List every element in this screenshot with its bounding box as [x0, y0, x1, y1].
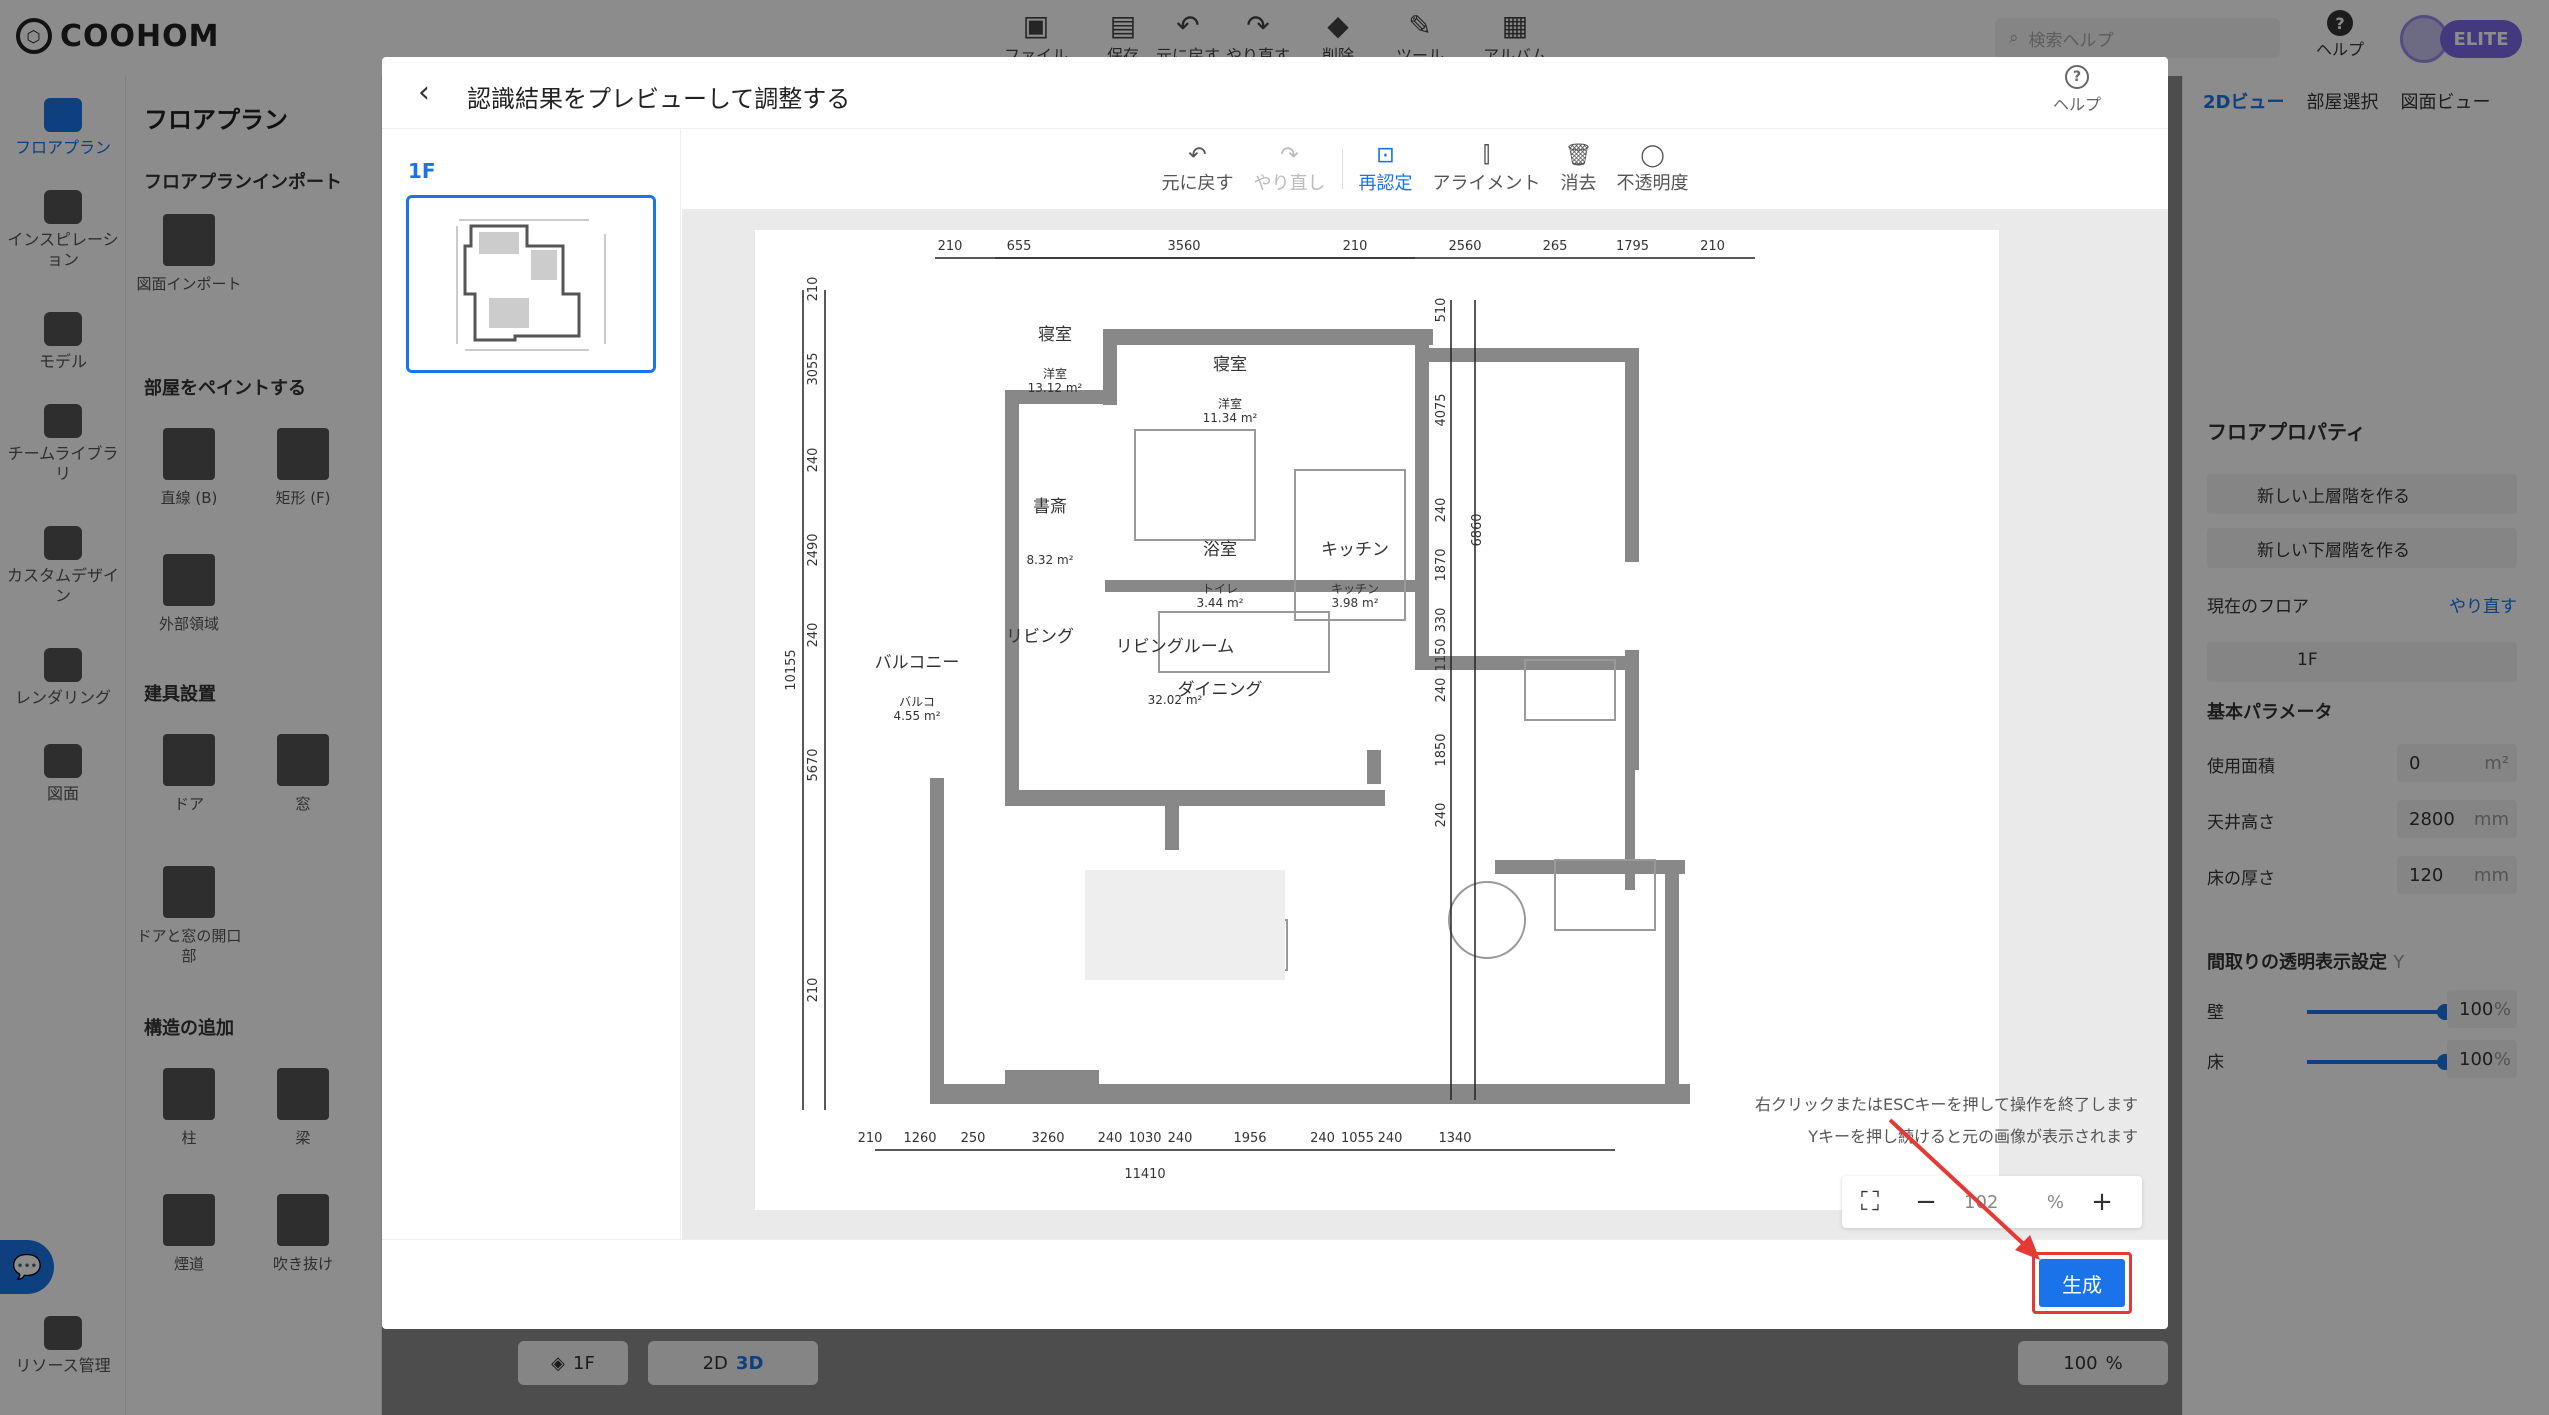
modal-title: 認識結果をプレビューして調整する: [467, 85, 851, 113]
edit-toolbar: ↶ 元に戻す ↷ やり直し ⊡ 再認定 ⫿ アライメント 🗑 消去 ◯ 不透明度: [682, 129, 2168, 209]
erase-tool[interactable]: 🗑 消去: [1551, 143, 1607, 209]
redo-tool[interactable]: ↷ やり直し: [1244, 143, 1336, 209]
room-area: 3.98 m²: [1331, 596, 1378, 610]
hint-exit: 右クリックまたはESCキーを押して操作を終了します: [1755, 1095, 2138, 1114]
bottom-dimension-label: 240: [1378, 1131, 1403, 1146]
bottom-dimension-label: 240: [1310, 1131, 1335, 1146]
room-area: 4.55 m²: [893, 709, 940, 723]
room-area: 11.34 m²: [1203, 411, 1258, 425]
right-dimension-label: 4075: [1434, 393, 1449, 426]
right-dimension-label: 240: [1434, 678, 1449, 703]
modal-footer: 生成: [382, 1239, 2168, 1329]
bottom-dimension-label: 1260: [903, 1131, 936, 1146]
room-label: リビングルーム: [1116, 637, 1235, 657]
modal-help-button[interactable]: ? ヘルプ: [2042, 65, 2112, 115]
question-circle-icon: ?: [2065, 65, 2089, 89]
right-dimension-label: 1150: [1434, 638, 1449, 671]
floorplan-image: 210 655 3560 210 2560 265 1795 210 210 1260 250 326…: [755, 230, 1999, 1210]
bottom-dimension-label: 240: [1098, 1131, 1123, 1146]
room-area: 3.44 m²: [1196, 596, 1243, 610]
hint-original: Yキーを押し続けると元の画像が表示されます: [1808, 1127, 2138, 1146]
room-label: リビング: [1006, 627, 1074, 647]
top-dimension-label: 655: [1007, 239, 1032, 254]
ai-recognize-icon: ⊡: [1376, 143, 1395, 168]
alignment-tool[interactable]: ⫿ アライメント: [1423, 143, 1551, 209]
left-dimension-label: 2490: [806, 533, 821, 566]
bottom-dimension-label: 1055: [1341, 1131, 1374, 1146]
room-sublabel: 洋室: [1043, 366, 1067, 381]
zoom-out-button[interactable]: −: [1898, 1176, 1954, 1228]
floor-list: 1F: [382, 129, 681, 1239]
top-dimension-label: 3560: [1167, 239, 1200, 254]
recognition-preview-modal: ‹ 認識結果をプレビューして調整する ? ヘルプ 1F ↶ 元に戻す ↷ やり直し …: [382, 57, 2168, 1329]
align-icon: ⫿: [1482, 143, 1491, 168]
bottom-total-dimension: 11410: [1124, 1167, 1165, 1182]
left-dimension-label: 240: [806, 623, 821, 648]
generate-highlight: 生成: [2032, 1252, 2132, 1314]
left-total-dimension: 10155: [784, 649, 799, 690]
bottom-dimension-label: 1956: [1233, 1131, 1266, 1146]
opacity-tool[interactable]: ◯ 不透明度: [1607, 143, 1699, 209]
toolbar-divider: [1341, 149, 1343, 189]
left-dimension-label: 5670: [806, 748, 821, 781]
room-label: 書斎: [1033, 497, 1067, 517]
right-dimension-label: 1850: [1434, 733, 1449, 766]
right-total-dimension: 6860: [1470, 513, 1485, 546]
top-dimension-label: 265: [1543, 239, 1568, 254]
room-sublabel: 洋室: [1218, 396, 1242, 411]
top-dimension-label: 210: [938, 239, 963, 254]
floor-thumbnail-image: [409, 198, 653, 370]
bottom-dimension-label: 250: [961, 1131, 986, 1146]
room-label: 寝室: [1213, 354, 1247, 375]
redo-icon: ↷: [1280, 143, 1299, 168]
room-area: 8.32 m²: [1026, 553, 1073, 567]
right-dimension-label: 510: [1434, 298, 1449, 323]
bottom-dimension-label: 240: [1168, 1131, 1193, 1146]
bottom-dimension-label: 1340: [1438, 1131, 1471, 1146]
zoom-input[interactable]: 102%: [1954, 1183, 2074, 1221]
left-dimension-label: 3055: [806, 352, 821, 385]
generate-button[interactable]: 生成: [2039, 1259, 2125, 1307]
undo-icon: ↶: [1188, 143, 1207, 168]
bottom-dimension-label: 1030: [1128, 1131, 1161, 1146]
room-area: 13.12 m²: [1028, 381, 1083, 395]
right-dimension-label: 1870: [1434, 548, 1449, 581]
top-dimension-label: 210: [1700, 239, 1725, 254]
floor-tab-1f[interactable]: 1F: [408, 159, 436, 183]
room-sublabel: バルコ: [899, 695, 935, 709]
room-sublabel: キッチン: [1331, 582, 1379, 596]
fit-screen-icon[interactable]: ⛶: [1842, 1176, 1898, 1228]
left-dimension-label: 210: [806, 277, 821, 302]
floor-thumbnail[interactable]: [406, 195, 656, 373]
right-dimension-label: 330: [1434, 608, 1449, 633]
zoom-in-button[interactable]: +: [2074, 1176, 2130, 1228]
top-dimension-label: 1795: [1616, 239, 1649, 254]
opacity-icon: ◯: [1640, 143, 1665, 168]
re-recognize-tool[interactable]: ⊡ 再認定: [1349, 143, 1423, 209]
undo-tool[interactable]: ↶ 元に戻す: [1152, 143, 1244, 209]
room-sublabel: トイレ: [1202, 582, 1238, 596]
bottom-dimension-label: 210: [858, 1131, 883, 1146]
top-dimension-label: 210: [1343, 239, 1368, 254]
room-label: 浴室: [1203, 540, 1237, 560]
floorplan-drawing: 210 655 3560 210 2560 265 1795 210 210 1260 250 326…: [784, 239, 1755, 1182]
trash-icon: 🗑: [1564, 143, 1593, 168]
zoom-control: ⛶ − 102% +: [1842, 1176, 2142, 1228]
right-dimension-label: 240: [1434, 498, 1449, 523]
back-arrow-icon[interactable]: ‹: [418, 75, 448, 111]
left-dimension-label: 240: [806, 448, 821, 473]
bottom-dimension-label: 3260: [1031, 1131, 1064, 1146]
left-dimension-label: 210: [806, 978, 821, 1003]
plan-canvas[interactable]: 210 655 3560 210 2560 265 1795 210 210 1260 250 326…: [682, 209, 2168, 1239]
room-label: ダイニング: [1178, 680, 1263, 700]
top-dimension-label: 2560: [1448, 239, 1481, 254]
room-label: バルコニー: [875, 653, 960, 673]
right-dimension-label: 240: [1434, 803, 1449, 828]
modal-header: ‹ 認識結果をプレビューして調整する ? ヘルプ: [382, 57, 2168, 129]
room-label: 寝室: [1038, 324, 1072, 345]
room-label: キッチン: [1321, 540, 1389, 560]
